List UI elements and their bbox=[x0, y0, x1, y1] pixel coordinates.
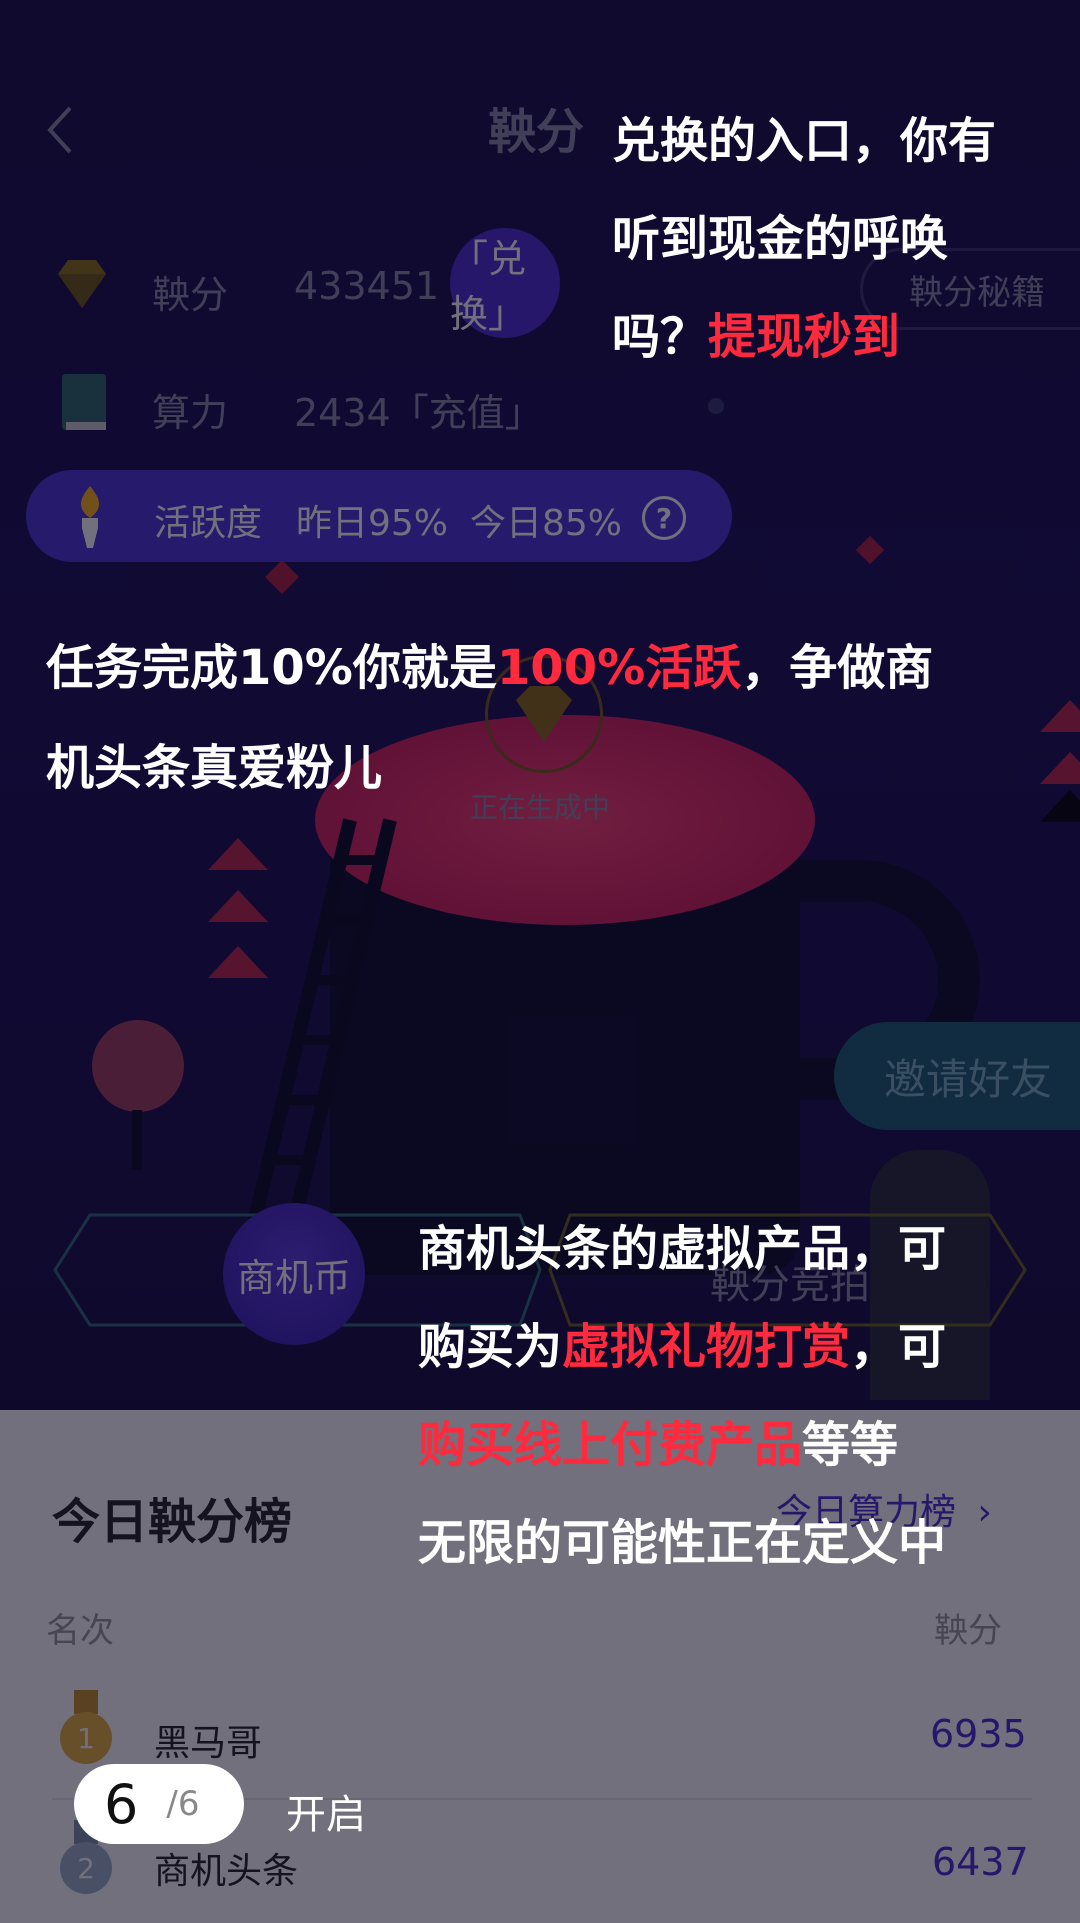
caption-activity: 任务完成10%你就是100%活跃，争做商 机头条真爱粉儿 bbox=[46, 618, 1046, 818]
caption-line: 吗？提现秒到 bbox=[612, 288, 1052, 386]
tutorial-pager: 6 /6 bbox=[74, 1764, 244, 1844]
dot-decoration bbox=[708, 398, 724, 414]
caption-text: 任务完成10%你就是 bbox=[46, 640, 497, 696]
caption-text: 购买为 bbox=[418, 1319, 563, 1375]
computing-power-label: 算力 bbox=[152, 391, 229, 435]
caption-text: 等等 bbox=[802, 1417, 899, 1473]
page-title: 鞅分 bbox=[488, 104, 585, 160]
back-chevron-icon[interactable] bbox=[40, 100, 80, 160]
tree-illustration bbox=[92, 1020, 184, 1112]
caption-highlight: 100%活跃 bbox=[496, 640, 742, 696]
medal-rank-1: 1 bbox=[77, 1722, 95, 1755]
caption-exchange: 兑换的入口，你有 听到现金的呼唤 吗？提现秒到 bbox=[612, 92, 1052, 386]
activity-label: 活跃度 bbox=[154, 503, 263, 544]
leaderboard-title: 今日鞅分榜 bbox=[52, 1494, 293, 1550]
pager-total: /6 bbox=[166, 1784, 200, 1824]
activity-yesterday: 昨日95% bbox=[296, 503, 449, 544]
activity-today: 今日85% bbox=[470, 503, 623, 544]
row-name: 商机头条 bbox=[154, 1851, 299, 1892]
ladder-illustration bbox=[243, 818, 397, 1242]
caption-text: ，争做商 bbox=[741, 640, 934, 696]
star-decoration bbox=[855, 535, 885, 565]
exchange-button[interactable]: 「兑换」 bbox=[450, 228, 560, 338]
medal-rank-2: 2 bbox=[77, 1852, 95, 1885]
tree-trunk-illustration bbox=[132, 1110, 142, 1170]
column-rank: 名次 bbox=[46, 1611, 114, 1651]
triangle-decoration bbox=[1040, 700, 1080, 732]
computing-power-value[interactable]: 2434「充值」 bbox=[294, 382, 543, 437]
triangle-decoration bbox=[1040, 790, 1080, 822]
caption-text: ，可 bbox=[850, 1319, 947, 1375]
help-icon[interactable]: ? bbox=[642, 496, 686, 540]
caption-coin: 商机头条的虚拟产品，可 购买为虚拟礼物打赏，可 购买线上付费产品等等 无限的可能… bbox=[418, 1200, 1038, 1592]
caption-text: 吗？ bbox=[612, 309, 709, 365]
open-button[interactable]: 开启 bbox=[286, 1782, 366, 1840]
caption-line: 机头条真爱粉儿 bbox=[46, 740, 383, 796]
points-label: 鞅分 bbox=[152, 273, 229, 317]
caption-highlight: 虚拟礼物打赏 bbox=[562, 1319, 851, 1375]
caption-line: 听到现金的呼唤 bbox=[612, 211, 949, 267]
business-coin-button[interactable]: 商机币 bbox=[223, 1203, 365, 1345]
caption-highlight: 提现秒到 bbox=[708, 309, 901, 365]
torch-icon bbox=[60, 480, 120, 552]
star-decoration bbox=[265, 560, 299, 594]
row-score: 6935 bbox=[930, 1712, 1027, 1756]
caption-line: 购买线上付费产品等等 bbox=[418, 1396, 1038, 1494]
caption-line: 无限的可能性正在定义中 bbox=[418, 1515, 947, 1571]
triangle-decoration bbox=[1040, 752, 1080, 784]
column-score: 鞅分 bbox=[934, 1611, 1002, 1651]
caption-line: 任务完成10%你就是100%活跃，争做商 bbox=[46, 618, 1046, 718]
caption-line: 商机头条的虚拟产品，可 bbox=[418, 1221, 947, 1277]
book-icon bbox=[50, 366, 122, 438]
diamond-icon bbox=[46, 248, 118, 320]
caption-line: 购买为虚拟礼物打赏，可 bbox=[418, 1298, 1038, 1396]
invite-friends-button[interactable]: 邀请好友 bbox=[834, 1022, 1080, 1130]
points-value: 433451 bbox=[294, 264, 440, 308]
activity-bar: 活跃度 昨日95% 今日85% bbox=[26, 470, 732, 562]
gold-medal-icon: 1 bbox=[56, 1688, 116, 1768]
row-score: 6437 bbox=[932, 1840, 1029, 1884]
pager-current: 6 bbox=[104, 1772, 139, 1836]
row-name: 黑马哥 bbox=[154, 1723, 263, 1764]
caption-highlight: 购买线上付费产品 bbox=[418, 1417, 803, 1473]
caption-line: 兑换的入口，你有 bbox=[612, 113, 997, 169]
